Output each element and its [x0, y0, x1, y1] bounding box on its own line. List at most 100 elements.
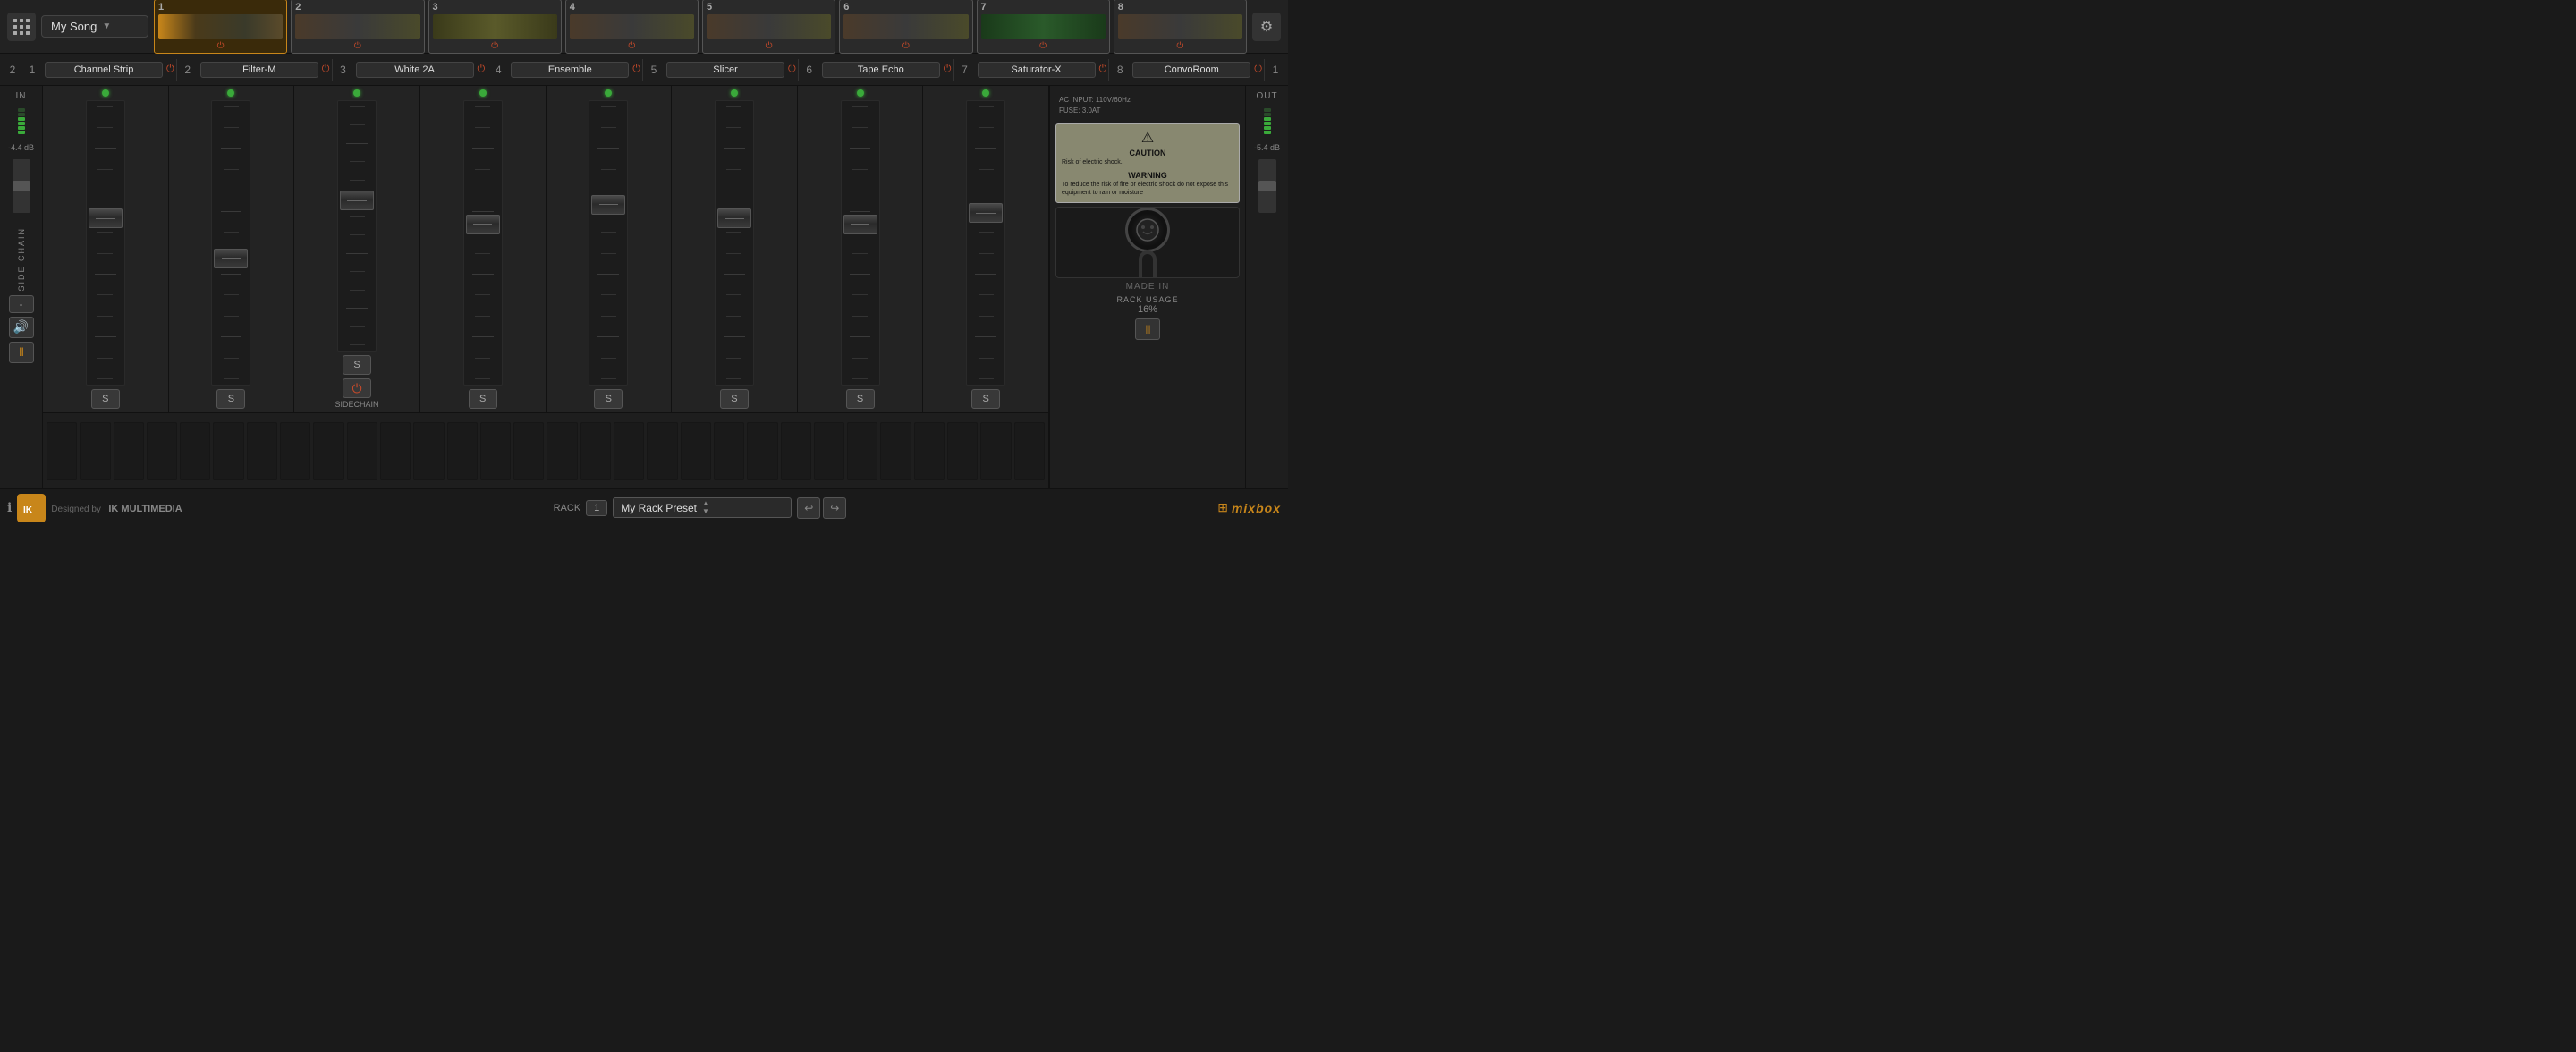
preset-slot-6[interactable]: 6 ⏻ [839, 0, 972, 54]
side-minus-button[interactable]: - [9, 295, 34, 313]
fader-ticks-1 [90, 106, 121, 379]
tick [350, 290, 365, 291]
slot-thumb-3 [433, 14, 557, 39]
preset-slot-7[interactable]: 7 ⏻ [977, 0, 1110, 54]
channel-strip-4: S [420, 86, 547, 412]
tick [601, 253, 616, 254]
vent [747, 422, 777, 480]
eq-button[interactable]: ||| [9, 342, 34, 363]
fader-handle-7[interactable] [843, 215, 877, 234]
ch-name-8[interactable]: ConvoRoom [1132, 62, 1250, 78]
power-socket [1055, 207, 1240, 278]
fader-handle-4[interactable] [466, 215, 500, 234]
channel-strip-5: S [547, 86, 673, 412]
preset-slot-8[interactable]: 8 ⏻ [1114, 0, 1247, 54]
tick [97, 316, 113, 317]
right-eq-button[interactable]: ||| [1135, 318, 1160, 340]
tick [850, 148, 871, 149]
ch-power-5[interactable]: ⏻ [788, 64, 796, 75]
ch-power-6[interactable]: ⏻ [944, 64, 952, 75]
back-button[interactable]: ↩ [797, 497, 820, 519]
preset-slot-2[interactable]: 2 ⏻ [291, 0, 424, 54]
tick [979, 127, 994, 128]
solo-button-4[interactable]: S [469, 389, 497, 409]
ik-multimedia-label: IK MULTIMEDIA [108, 504, 182, 514]
slot-thumb-4 [570, 14, 694, 39]
tick [221, 274, 242, 275]
tick [475, 127, 490, 128]
preset-slot-5[interactable]: 5 ⏻ [702, 0, 835, 54]
preset-down-arrow[interactable]: ▼ [702, 508, 709, 515]
ch-name-4[interactable]: Ensemble [511, 62, 629, 78]
forward-button[interactable]: ↪ [823, 497, 846, 519]
fader-ticks-5 [593, 106, 623, 379]
ch-name-6[interactable]: Tape Echo [822, 62, 940, 78]
solo-button-7[interactable]: S [846, 389, 875, 409]
grid-icon[interactable] [7, 13, 36, 41]
ch-power-8[interactable]: ⏻ [1254, 64, 1262, 75]
left-db-label: -4.4 dB [8, 143, 34, 152]
left-fader-thumb[interactable] [13, 181, 30, 191]
solo-button-2[interactable]: S [216, 389, 245, 409]
sidechain-button-3[interactable]: ⏻ [343, 378, 371, 398]
fader-handle-6[interactable] [717, 208, 751, 228]
left-fader[interactable] [13, 159, 30, 213]
speaker-button[interactable]: 🔊 [9, 317, 34, 338]
tick [350, 271, 365, 272]
solo-button-6[interactable]: S [720, 389, 749, 409]
tick [852, 358, 868, 359]
preset-slot-4[interactable]: 4 ⏻ [565, 0, 699, 54]
solo-button-8[interactable]: S [971, 389, 1000, 409]
right-fader[interactable] [1258, 159, 1276, 213]
ch-name-7[interactable]: Saturator-X [978, 62, 1096, 78]
tick [726, 106, 741, 107]
slot-thumb-6 [843, 14, 968, 39]
preset-slot-1[interactable]: 1 ⏻ [154, 0, 287, 54]
preset-up-arrow[interactable]: ▲ [702, 500, 709, 507]
fader-track-3 [337, 100, 377, 352]
socket-inner [1125, 208, 1170, 252]
info-button[interactable]: ℹ [7, 500, 12, 515]
settings-button[interactable]: ⚙ [1252, 13, 1281, 41]
ch-num-1: 1 [23, 64, 41, 76]
led-3 [353, 89, 360, 97]
right-fader-thumb[interactable] [1258, 181, 1276, 191]
ch-name-3[interactable]: White 2A [356, 62, 474, 78]
ch-power-4[interactable]: ⏻ [632, 64, 640, 75]
solo-button-5[interactable]: S [594, 389, 623, 409]
ch-power-3[interactable]: ⏻ [478, 64, 486, 75]
preset-slot-3[interactable]: 3 ⏻ [428, 0, 562, 54]
fader-handle-3[interactable] [340, 191, 374, 210]
rack-label: RACK [554, 503, 581, 513]
vent [313, 422, 343, 480]
fader-handle-8[interactable] [969, 203, 1003, 223]
slot-number-7: 7 [981, 2, 987, 13]
fader-track-4 [463, 100, 503, 386]
tick [350, 180, 365, 181]
right-channel-num: 1 [1267, 64, 1284, 76]
in-label: IN [16, 91, 27, 101]
ch-power-1[interactable]: ⏻ [166, 64, 174, 75]
tick [979, 358, 994, 359]
vent [347, 422, 377, 480]
fader-track-7 [841, 100, 880, 386]
solo-button-1[interactable]: S [91, 389, 120, 409]
fader-handle-5[interactable] [591, 195, 625, 215]
song-selector[interactable]: My Song ▼ [41, 15, 148, 38]
tick [979, 253, 994, 254]
fader-handle-1[interactable] [89, 208, 123, 228]
ch-power-2[interactable]: ⏻ [322, 64, 330, 75]
tick [95, 274, 116, 275]
fader-handle-2[interactable] [214, 249, 248, 268]
solo-button-3[interactable]: S [343, 355, 371, 375]
ch-power-7[interactable]: ⏻ [1099, 64, 1107, 75]
ch-name-1[interactable]: Channel Strip [45, 62, 163, 78]
preset-name-box[interactable]: My Rack Preset ▲ ▼ [613, 497, 792, 518]
ch-name-5[interactable]: Slicer [666, 62, 784, 78]
tick [224, 127, 239, 128]
tick [726, 378, 741, 379]
divider-5 [798, 59, 799, 81]
tick [224, 169, 239, 170]
ch-name-2[interactable]: Filter-M [200, 62, 318, 78]
channel-strip-3: S ⏻ SIDECHAIN [294, 86, 420, 412]
